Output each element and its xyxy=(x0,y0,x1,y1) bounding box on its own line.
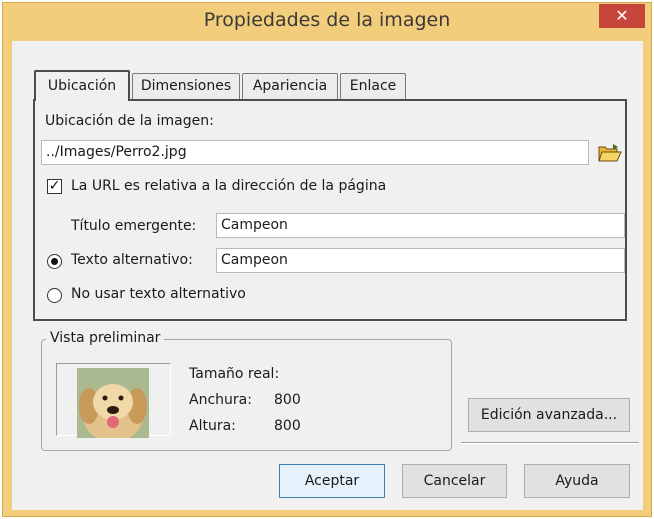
window-title: Propiedades de la imagen xyxy=(203,9,451,31)
dialog-window: Propiedades de la imagen ✕ Ubicación Dim… xyxy=(2,2,652,517)
advanced-edit-label: Edición avanzada... xyxy=(480,407,618,423)
relative-url-label: La URL es relativa a la dirección de la … xyxy=(71,178,387,194)
tab-label: Enlace xyxy=(349,78,397,94)
tab-label: Ubicación xyxy=(47,78,117,94)
accept-button[interactable]: Aceptar xyxy=(279,464,385,498)
tab-dimensiones[interactable]: Dimensiones xyxy=(132,73,240,99)
cancel-label: Cancelar xyxy=(423,473,486,489)
help-button[interactable]: Ayuda xyxy=(524,464,630,498)
tooltip-label: Título emergente: xyxy=(71,218,197,234)
height-label: Altura: xyxy=(189,418,236,434)
tab-label: Apariencia xyxy=(252,78,328,94)
alt-text-input[interactable]: Campeon xyxy=(216,248,625,273)
real-size-label: Tamaño real: xyxy=(189,366,280,382)
no-alt-text-label: No usar texto alternativo xyxy=(71,286,246,302)
tab-label: Dimensiones xyxy=(140,78,232,94)
no-alt-text-radio[interactable] xyxy=(47,288,62,303)
alt-text-radio[interactable] xyxy=(47,254,62,269)
height-value: 800 xyxy=(274,418,301,434)
location-panel: Ubicación de la imagen: ../Images/Perro2… xyxy=(33,99,627,321)
relative-url-checkbox[interactable]: ✓ xyxy=(47,179,62,194)
image-location-label: Ubicación de la imagen: xyxy=(45,113,214,129)
cancel-button[interactable]: Cancelar xyxy=(402,464,507,498)
tab-apariencia[interactable]: Apariencia xyxy=(242,73,338,99)
preview-legend: Vista preliminar xyxy=(46,330,165,346)
image-path-input[interactable]: ../Images/Perro2.jpg xyxy=(41,140,589,165)
tab-ubicacion[interactable]: Ubicación xyxy=(34,70,130,101)
accept-label: Aceptar xyxy=(304,473,360,489)
close-button[interactable]: ✕ xyxy=(599,4,645,28)
width-label: Anchura: xyxy=(189,392,252,408)
advanced-edit-button[interactable]: Edición avanzada... xyxy=(468,398,630,432)
separator xyxy=(461,442,639,444)
close-icon: ✕ xyxy=(615,6,629,25)
help-label: Ayuda xyxy=(555,473,599,489)
tab-enlace[interactable]: Enlace xyxy=(340,73,406,99)
tooltip-input[interactable]: Campeon xyxy=(216,213,625,238)
width-value: 800 xyxy=(274,392,301,408)
folder-open-icon[interactable] xyxy=(598,143,622,163)
preview-image xyxy=(77,368,149,438)
alt-text-label: Texto alternativo: xyxy=(71,252,193,268)
dialog-client: Ubicación Dimensiones Apariencia Enlace … xyxy=(12,41,643,510)
